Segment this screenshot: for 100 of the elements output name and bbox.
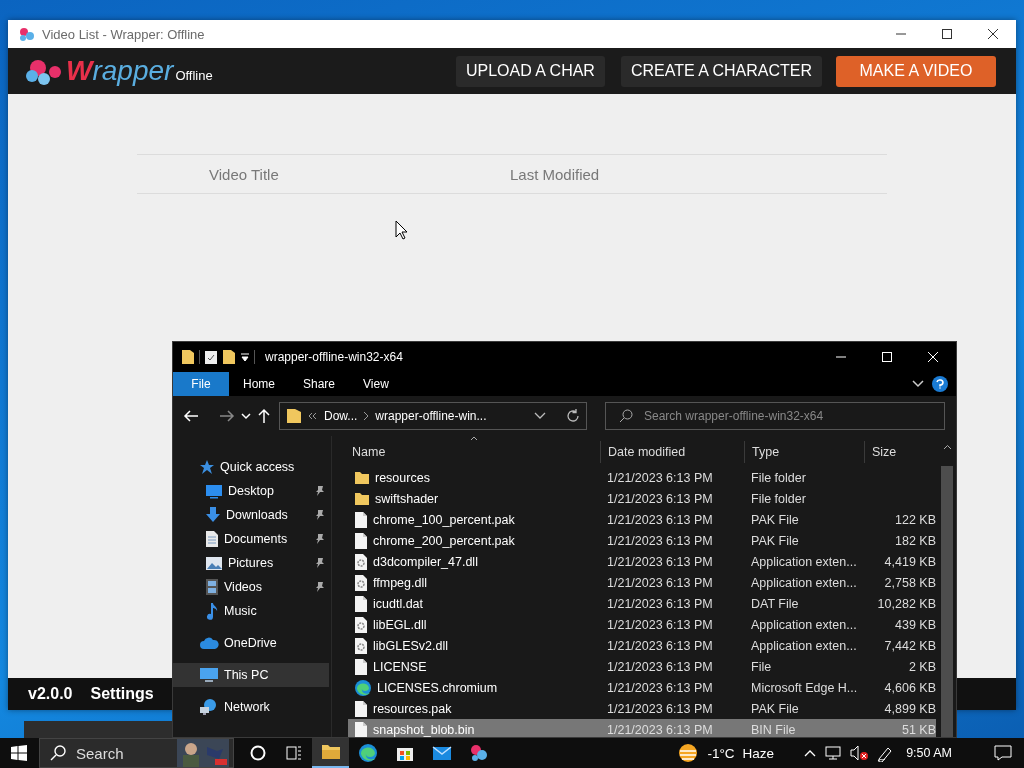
nav-button[interactable]: UPLOAD A CHAR bbox=[456, 55, 605, 87]
breadcrumb-item[interactable]: wrapper-offline-win... bbox=[375, 409, 487, 423]
file-icon bbox=[354, 657, 368, 676]
column-header[interactable]: Size bbox=[864, 441, 936, 463]
file-menu-button[interactable]: File bbox=[173, 372, 229, 396]
nav-item[interactable]: Downloads bbox=[173, 503, 329, 527]
nav-button[interactable]: CREATE A CHARACTER bbox=[620, 55, 822, 87]
nav-item[interactable]: Music bbox=[173, 599, 329, 623]
file-type: File folder bbox=[750, 470, 807, 485]
column-header[interactable]: Type bbox=[744, 441, 864, 463]
file-size: 122 KB bbox=[894, 512, 936, 527]
explorer-taskbar-icon[interactable] bbox=[312, 738, 349, 768]
nav-button[interactable]: MAKE A VIDEO bbox=[836, 55, 996, 87]
file-icon bbox=[354, 594, 368, 613]
windows-start-icon[interactable] bbox=[11, 745, 27, 761]
chevron-up-icon bbox=[804, 749, 817, 757]
file-date: 1/21/2023 6:13 PM bbox=[606, 638, 714, 653]
file-row[interactable]: libGLESv2.dll 1/21/2023 6:13 PM Application exten... 7,442 KB bbox=[348, 635, 936, 656]
properties-icon bbox=[204, 349, 218, 365]
file-name: resources.pak bbox=[373, 701, 452, 716]
help-icon[interactable] bbox=[932, 376, 948, 392]
file-row[interactable]: d3dcompiler_47.dll 1/21/2023 6:13 PM Application exten... 4,419 KB bbox=[348, 551, 936, 572]
gear-file-icon bbox=[354, 573, 368, 592]
file-name: chrome_100_percent.pak bbox=[373, 512, 515, 527]
file-size: 2 KB bbox=[907, 659, 936, 674]
settings-link[interactable]: Settings bbox=[90, 685, 154, 703]
back-arrow-icon bbox=[183, 409, 199, 423]
search-input[interactable]: Search bbox=[76, 744, 156, 762]
computer-icon bbox=[199, 667, 219, 683]
file-row[interactable]: LICENSE 1/21/2023 6:13 PM File 2 KB bbox=[348, 656, 936, 677]
file-name: ffmpeg.dll bbox=[373, 575, 427, 590]
file-row[interactable]: resources 1/21/2023 6:13 PM File folder bbox=[348, 467, 936, 488]
file-date: 1/21/2023 6:13 PM bbox=[606, 701, 714, 716]
file-date: 1/21/2023 6:13 PM bbox=[606, 491, 714, 506]
file-row[interactable]: icudtl.dat 1/21/2023 6:13 PM DAT File 10,282 KB bbox=[348, 593, 936, 614]
file-type: Application exten... bbox=[750, 617, 858, 632]
file-date: 1/21/2023 6:13 PM bbox=[606, 575, 714, 590]
breadcrumb-item[interactable]: Dow... bbox=[324, 409, 358, 423]
file-date: 1/21/2023 6:13 PM bbox=[606, 512, 714, 527]
file-row[interactable]: snapshot_blob.bin 1/21/2023 6:13 PM BIN File 51 KB bbox=[348, 719, 936, 737]
logo-text: Wrapper bbox=[66, 56, 174, 86]
nav-item[interactable]: Documents bbox=[173, 527, 329, 551]
file-icon bbox=[354, 720, 368, 737]
clock-time[interactable]: 9:50 AM bbox=[906, 746, 952, 760]
scrollbar-thumb[interactable] bbox=[941, 466, 953, 737]
speaker-muted-icon bbox=[850, 745, 869, 761]
file-icon bbox=[354, 510, 368, 529]
file-row[interactable]: resources.pak 1/21/2023 6:13 PM PAK File 4,899 KB bbox=[348, 698, 936, 719]
file-date: 1/21/2023 6:13 PM bbox=[606, 470, 714, 485]
nav-item[interactable]: Network bbox=[173, 695, 329, 719]
file-type: PAK File bbox=[750, 701, 800, 716]
task-view-icon[interactable] bbox=[286, 745, 302, 761]
file-size: 51 KB bbox=[900, 722, 936, 737]
sort-caret-icon bbox=[470, 436, 478, 441]
file-row[interactable]: LICENSES.chromium 1/21/2023 6:13 PM Microsoft Edge H... 4,606 KB bbox=[348, 677, 936, 698]
column-header[interactable]: Name bbox=[348, 441, 600, 463]
ribbon-tab[interactable]: View bbox=[349, 372, 403, 396]
file-type: Application exten... bbox=[750, 575, 858, 590]
file-row[interactable]: swiftshader 1/21/2023 6:13 PM File folder bbox=[348, 488, 936, 509]
cortana-icon[interactable] bbox=[250, 745, 266, 761]
window-title: wrapper-offline-win32-x64 bbox=[265, 350, 404, 364]
cloud-icon bbox=[199, 636, 219, 650]
file-row[interactable]: ffmpeg.dll 1/21/2023 6:13 PM Application exten... 2,758 KB bbox=[348, 572, 936, 593]
overflow-chevron-icon bbox=[308, 412, 318, 420]
nav-item[interactable]: Pictures bbox=[173, 551, 329, 575]
file-row[interactable]: chrome_200_percent.pak 1/21/2023 6:13 PM PAK File 182 KB bbox=[348, 530, 936, 551]
ribbon-tab[interactable]: Home bbox=[229, 372, 289, 396]
file-row[interactable]: chrome_100_percent.pak 1/21/2023 6:13 PM PAK File 122 KB bbox=[348, 509, 936, 530]
file-date: 1/21/2023 6:13 PM bbox=[606, 554, 714, 569]
file-name: d3dcompiler_47.dll bbox=[373, 554, 478, 569]
nav-item[interactable]: OneDrive bbox=[173, 631, 329, 655]
taskbar-search-box[interactable]: Search bbox=[39, 738, 234, 768]
file-row[interactable]: libEGL.dll 1/21/2023 6:13 PM Application exten... 439 KB bbox=[348, 614, 936, 635]
mouse-cursor-icon bbox=[395, 220, 409, 240]
column-header[interactable]: Date modified bbox=[600, 441, 744, 463]
file-date: 1/21/2023 6:13 PM bbox=[606, 722, 714, 737]
desktop-icon bbox=[205, 483, 223, 499]
file-type: DAT File bbox=[750, 596, 800, 611]
temperature-label: -1°C bbox=[707, 745, 735, 761]
music-note-icon bbox=[205, 602, 219, 620]
close-icon bbox=[927, 351, 939, 363]
search-field[interactable]: Search wrapper-offline-win32-x64 bbox=[605, 402, 945, 430]
file-date: 1/21/2023 6:13 PM bbox=[606, 659, 714, 674]
dropdown-icon bbox=[240, 352, 250, 362]
maximize-icon bbox=[941, 28, 953, 40]
nav-item[interactable]: Desktop bbox=[173, 479, 329, 503]
gear-file-icon bbox=[354, 552, 368, 571]
file-type: PAK File bbox=[750, 533, 800, 548]
weather-label: Haze bbox=[742, 745, 775, 761]
ribbon-tab[interactable]: Share bbox=[289, 372, 350, 396]
nav-item[interactable]: This PC bbox=[173, 663, 329, 687]
maximize-icon bbox=[881, 351, 893, 363]
nav-item[interactable]: Videos bbox=[173, 575, 329, 599]
scroll-up-icon[interactable] bbox=[943, 444, 952, 450]
nav-item[interactable]: Quick access bbox=[173, 455, 329, 479]
address-bar[interactable]: Dow... wrapper-offline-win... bbox=[279, 402, 587, 430]
file-name: swiftshader bbox=[375, 491, 439, 506]
folder-icon bbox=[181, 349, 195, 365]
file-name: libEGL.dll bbox=[373, 617, 427, 632]
file-name: snapshot_blob.bin bbox=[373, 722, 475, 737]
